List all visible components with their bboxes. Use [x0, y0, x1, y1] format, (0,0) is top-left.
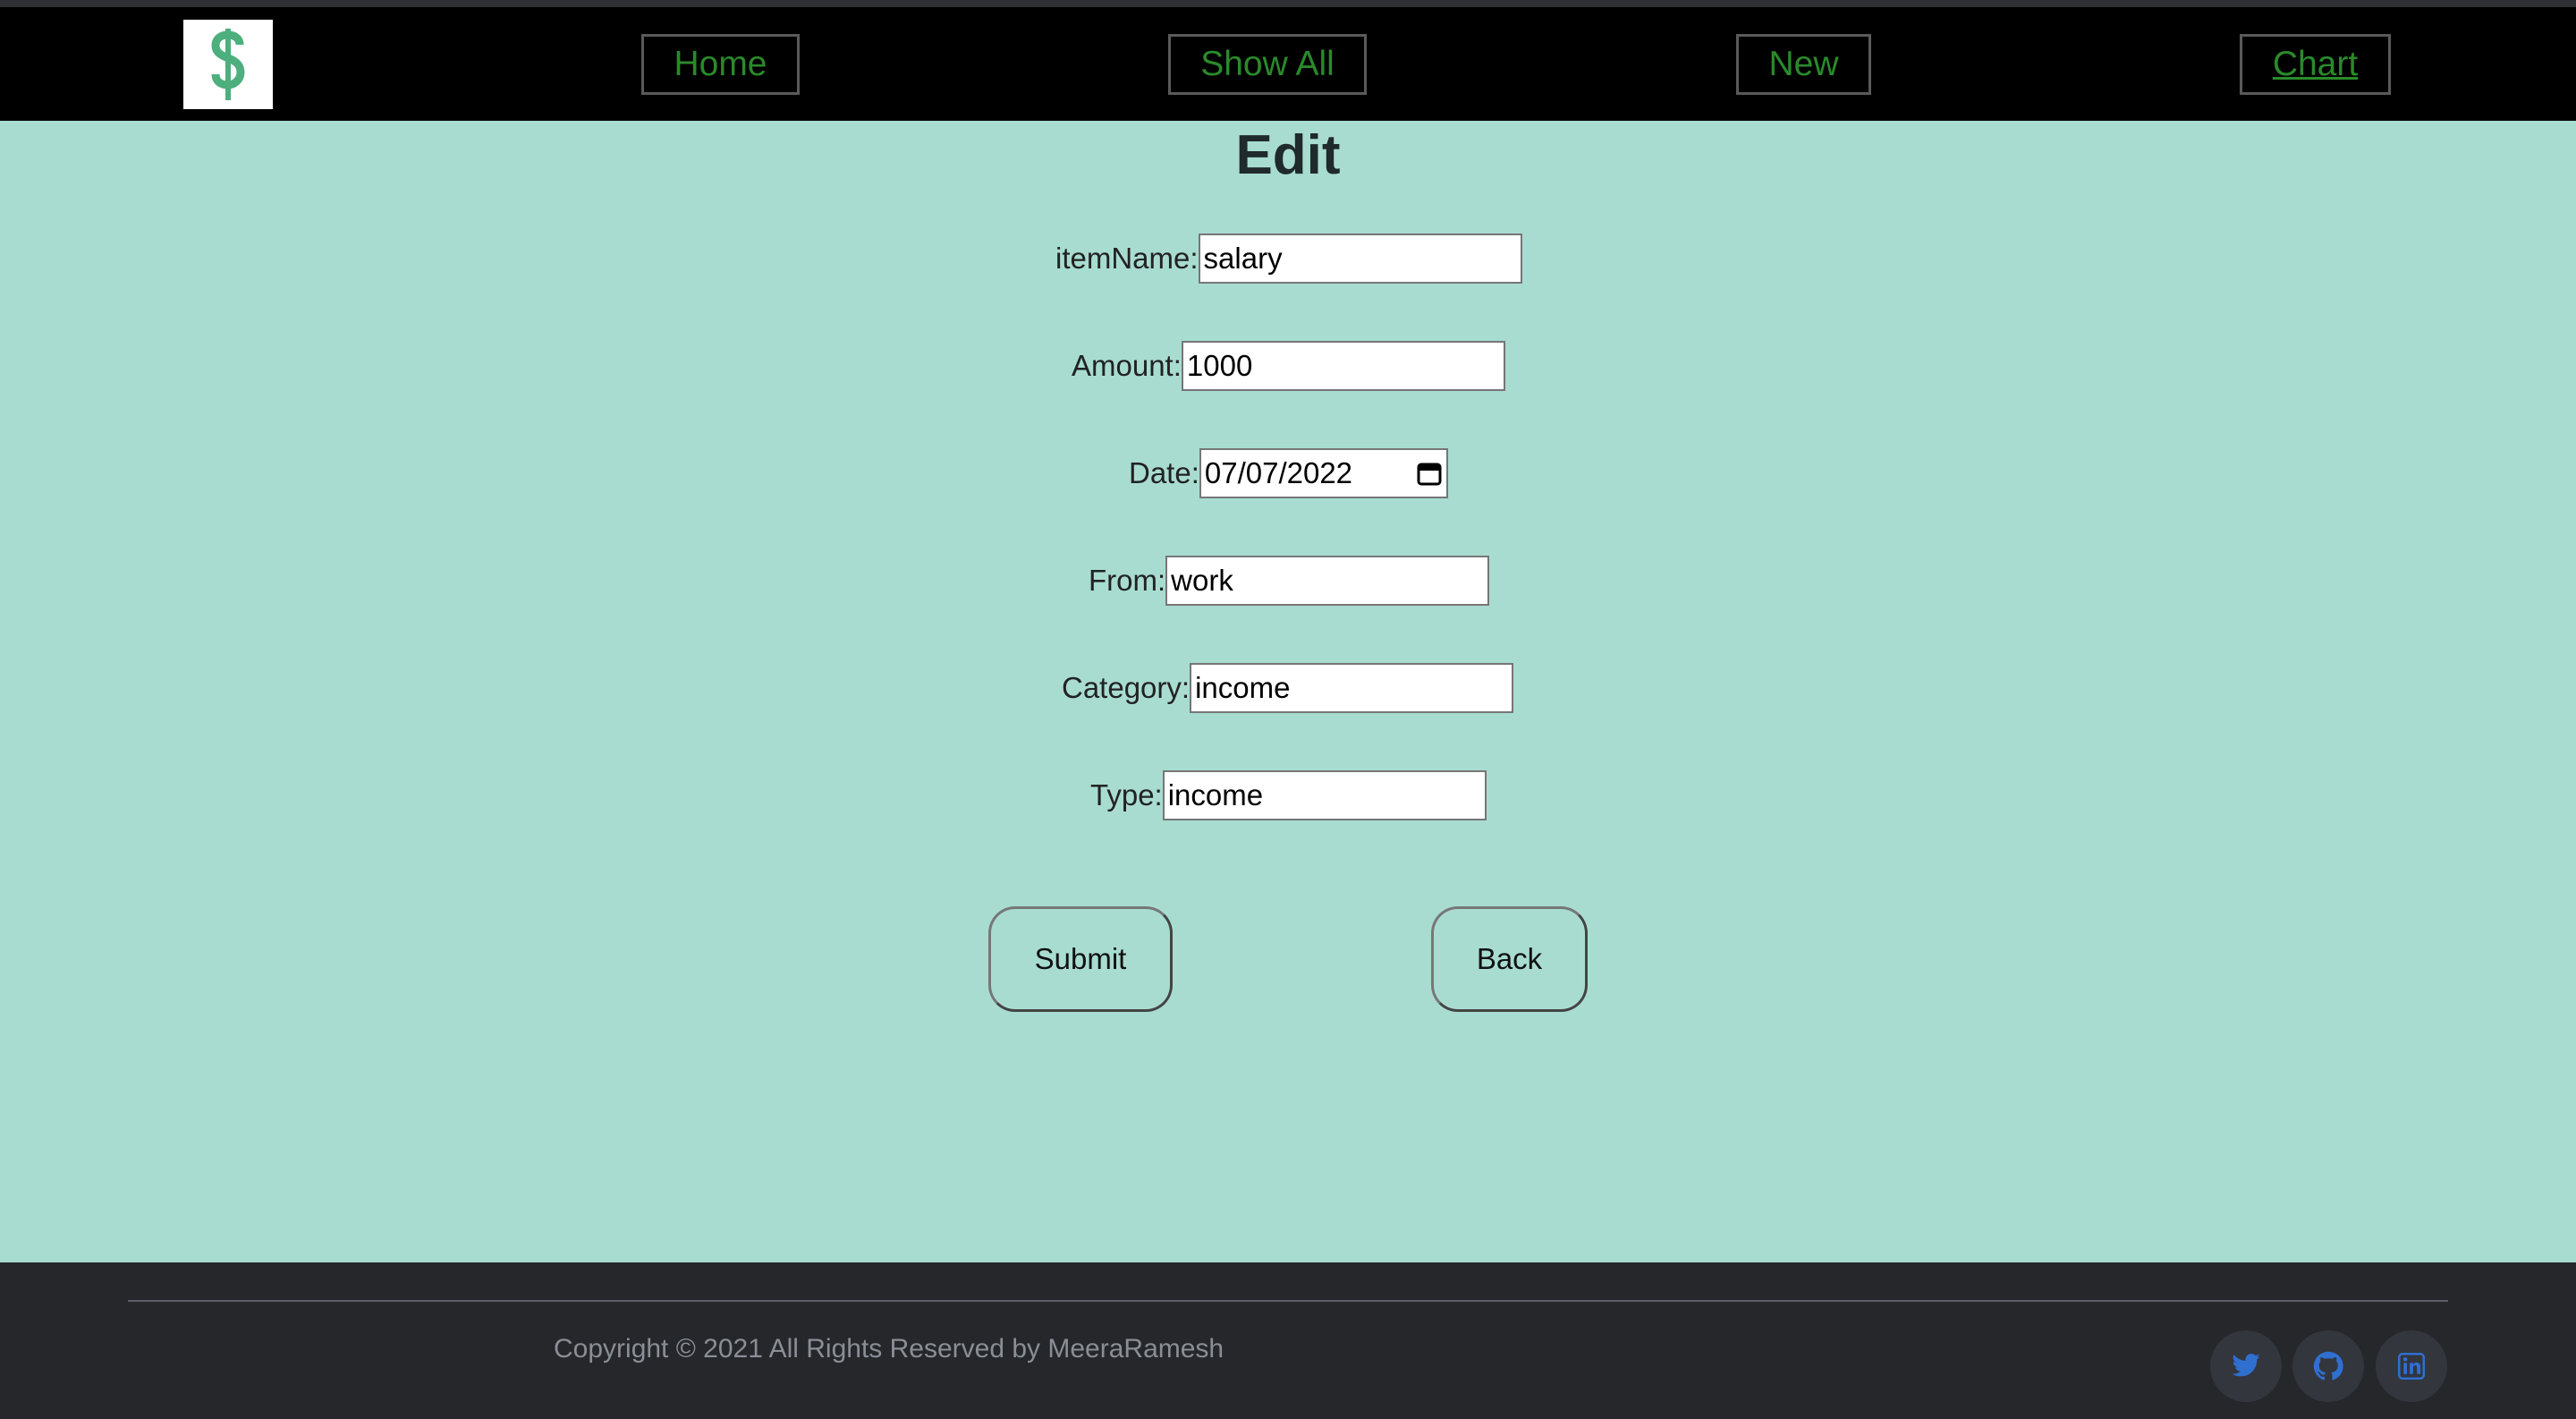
amount-label: Amount:: [1072, 349, 1182, 382]
nav-new-link[interactable]: New: [1736, 34, 1871, 95]
nav-show-all-link[interactable]: Show All: [1168, 34, 1367, 95]
window-top-border: [0, 0, 2576, 7]
date-label: Date:: [1129, 456, 1199, 489]
category-input[interactable]: income: [1190, 663, 1514, 713]
item-name-label: itemName:: [1055, 242, 1199, 275]
copyright-text: Copyright © 2021 All Rights Reserved by …: [554, 1334, 1224, 1364]
linkedin-link[interactable]: [2376, 1330, 2447, 1402]
nav-home-link[interactable]: Home: [641, 34, 800, 95]
github-link[interactable]: [2292, 1330, 2364, 1402]
item-name-row: itemName: salary: [1055, 234, 1522, 284]
type-row: Type: income: [1090, 770, 1487, 820]
github-icon: [2313, 1351, 2343, 1381]
type-input[interactable]: income: [1162, 770, 1487, 820]
page-title: Edit: [1235, 124, 1341, 186]
dollar-sign-icon: [211, 29, 245, 100]
calendar-icon[interactable]: [1416, 460, 1443, 487]
twitter-icon: [2232, 1354, 2260, 1377]
submit-button[interactable]: Submit: [988, 906, 1173, 1012]
category-row: Category: income: [1062, 663, 1514, 713]
from-label: From:: [1089, 564, 1166, 597]
twitter-link[interactable]: [2210, 1330, 2282, 1402]
date-row: Date: 07/07/2022: [1129, 448, 1448, 498]
top-navbar: Home Show All New Chart: [0, 7, 2576, 121]
item-name-input[interactable]: salary: [1198, 234, 1522, 284]
type-label: Type:: [1090, 778, 1163, 811]
footer: Copyright © 2021 All Rights Reserved by …: [0, 1262, 2576, 1419]
amount-row: Amount: 1000: [1072, 341, 1505, 391]
from-input[interactable]: work: [1165, 556, 1490, 606]
category-label: Category:: [1062, 671, 1191, 704]
date-value: 07/07/2022: [1204, 456, 1353, 489]
back-button[interactable]: Back: [1431, 906, 1588, 1012]
footer-divider: [128, 1300, 2448, 1302]
linkedin-icon: [2398, 1353, 2425, 1380]
logo[interactable]: [183, 20, 273, 109]
nav-chart-link[interactable]: Chart: [2240, 34, 2391, 95]
amount-input[interactable]: 1000: [1181, 341, 1505, 391]
date-input[interactable]: 07/07/2022: [1199, 448, 1448, 498]
from-row: From: work: [1089, 556, 1490, 606]
